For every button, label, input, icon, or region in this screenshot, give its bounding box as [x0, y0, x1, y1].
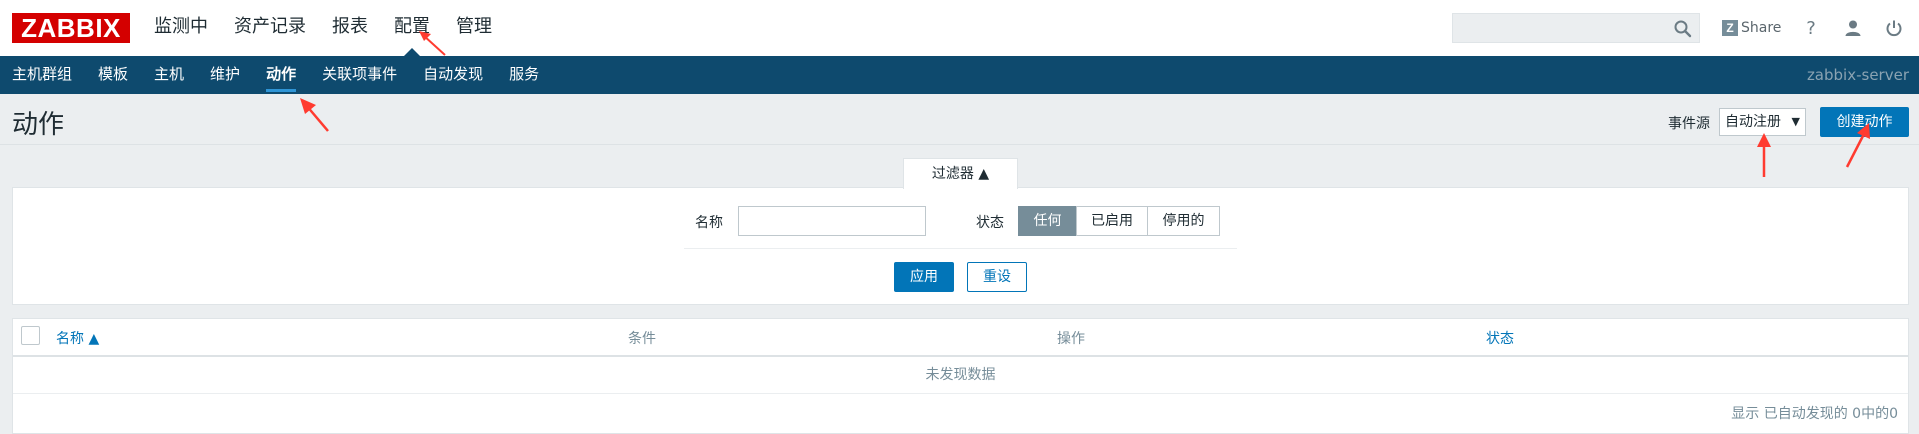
select-all-checkbox[interactable] [21, 326, 40, 345]
column-header-conditions: 条件 [628, 331, 656, 347]
main-menu: 监测中 资产记录 报表 配置 管理 [154, 0, 518, 56]
sub-menu-bar: 主机群组 模板 主机 维护 动作 关联项事件 自动发现 服务 zabbix-se… [0, 56, 1919, 94]
apply-button[interactable]: 应用 [894, 262, 954, 292]
filter-name-input[interactable] [738, 206, 926, 236]
main-menu-monitoring[interactable]: 监测中 [154, 0, 208, 56]
table-footer-count: 显示 已自动发现的 0中的0 [1731, 406, 1898, 422]
filter-status-label: 状态 [976, 215, 1004, 231]
event-source-select[interactable]: 自动注册 ▼ [1719, 108, 1806, 136]
column-header-operations: 操作 [1057, 331, 1085, 347]
share-logo-icon: Z [1722, 20, 1738, 36]
reset-button[interactable]: 重设 [967, 262, 1027, 292]
event-source-value: 自动注册 [1725, 114, 1781, 130]
filter-tab[interactable]: 过滤器 ▲ [903, 158, 1018, 189]
filter-name-label: 名称 [695, 215, 723, 231]
share-link[interactable]: Z Share [1722, 18, 1781, 38]
zabbix-logo[interactable]: ZABBIX [12, 13, 130, 43]
filter-status-segmented: 任何 已启用 停用的 [1018, 206, 1220, 236]
global-search-input[interactable] [1452, 13, 1700, 43]
annotation-arrow-icon [1757, 133, 1771, 177]
user-icon[interactable] [1842, 17, 1864, 39]
table-row-divider [13, 393, 1908, 394]
help-icon[interactable]: ? [1800, 17, 1822, 39]
search-icon[interactable] [1673, 19, 1693, 39]
sub-menu-actions[interactable]: 动作 [266, 56, 297, 94]
status-any-button[interactable]: 任何 [1018, 206, 1077, 236]
server-name: zabbix-server [1806, 66, 1909, 84]
main-menu-configuration[interactable]: 配置 [394, 0, 430, 56]
sub-menu-templates[interactable]: 模板 [98, 56, 128, 94]
event-source-label: 事件源 [1668, 116, 1710, 132]
sub-menu-maintenance[interactable]: 维护 [210, 56, 240, 94]
sub-menu-host-groups[interactable]: 主机群组 [12, 56, 72, 94]
sub-menu-discovery[interactable]: 自动发现 [423, 56, 483, 94]
filter-divider [684, 248, 1237, 249]
sub-menu-hosts[interactable]: 主机 [154, 56, 184, 94]
main-menu-reports[interactable]: 报表 [332, 0, 368, 56]
main-menu-inventory[interactable]: 资产记录 [234, 0, 306, 56]
filter-panel [12, 187, 1909, 305]
page-title: 动作 [12, 110, 65, 140]
chevron-down-icon: ▼ [1791, 115, 1800, 128]
create-action-button[interactable]: 创建动作 [1820, 107, 1909, 137]
status-enabled-button[interactable]: 已启用 [1076, 206, 1148, 236]
status-disabled-button[interactable]: 停用的 [1147, 206, 1220, 236]
column-header-name[interactable]: 名称 ▲ [56, 328, 99, 348]
header-divider [0, 144, 1919, 145]
share-label: Share [1741, 20, 1782, 36]
empty-table-message: 未发现数据 [925, 367, 996, 383]
annotation-arrow-icon [300, 98, 329, 132]
sub-menu-event-correlation[interactable]: 关联项事件 [322, 56, 397, 94]
top-header: ZABBIX 监测中 资产记录 报表 配置 管理 Z Share ? [0, 0, 1919, 56]
power-icon[interactable] [1883, 17, 1905, 39]
main-menu-administration[interactable]: 管理 [456, 0, 492, 56]
actions-table: 名称 ▲ 条件 操作 状态 未发现数据 显示 已自动发现的 0中的0 [12, 318, 1909, 434]
column-header-status[interactable]: 状态 [1486, 328, 1514, 348]
sub-menu-services[interactable]: 服务 [509, 56, 539, 94]
